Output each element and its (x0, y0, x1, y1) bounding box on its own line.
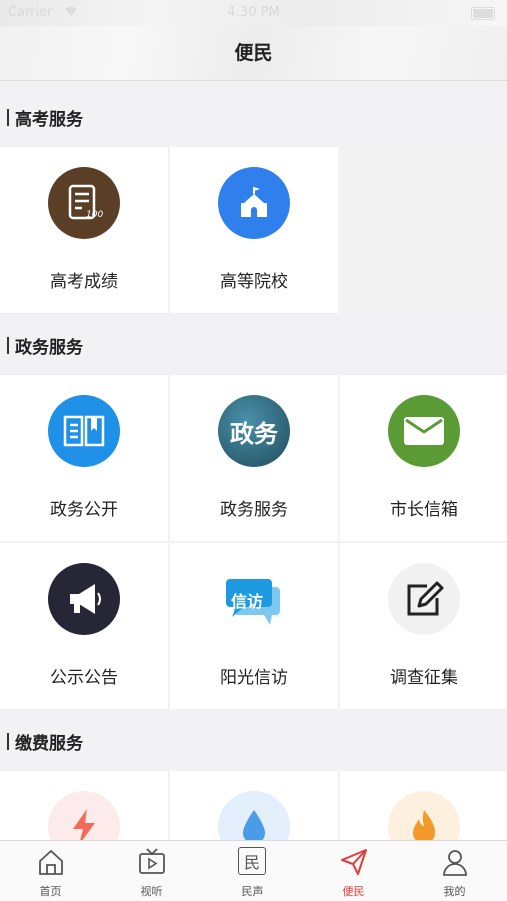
status-bar: Carrier 4:30 PM (0, 0, 507, 26)
grid-item-label: 阳光信访 (220, 668, 288, 688)
tab-voice[interactable]: 民 民声 (202, 841, 303, 901)
grid-item-label: 高等院校 (220, 272, 288, 292)
tab-label: 视听 (140, 885, 163, 898)
grid-item-label: 高考成绩 (50, 272, 118, 292)
tab-label: 首页 (39, 885, 62, 898)
battery-icon (471, 7, 495, 20)
tv-icon (137, 847, 167, 877)
grid-payment (0, 771, 507, 841)
svg-text:100: 100 (86, 210, 103, 220)
tab-label: 便民 (342, 885, 365, 898)
grid-item-water[interactable] (170, 771, 338, 841)
electricity-icon (48, 791, 120, 841)
section-marker (7, 109, 9, 126)
section-title: 政务服务 (15, 338, 83, 358)
tab-home[interactable]: 首页 (0, 841, 101, 901)
page-title: 便民 (234, 42, 273, 64)
grid-item-label: 市长信箱 (390, 500, 458, 520)
gov-service-icon-text: 政务 (230, 419, 278, 448)
section-marker (7, 337, 9, 354)
mail-icon (388, 395, 460, 467)
grid-item-gov-open[interactable]: 政务公开 (0, 375, 168, 541)
grid-item-gas[interactable] (340, 771, 507, 841)
section-title: 缴费服务 (15, 734, 83, 754)
gov-service-icon: 政务 (218, 395, 290, 467)
voice-icon-text: 民 (243, 853, 260, 872)
edit-survey-icon (388, 563, 460, 635)
status-time: 4:30 PM (227, 5, 280, 20)
petition-chat-icon: 信访 (218, 563, 290, 635)
megaphone-icon (48, 563, 120, 635)
voice-icon: 民 (238, 847, 266, 875)
section-header-gaokao: 高考服务 (0, 87, 507, 147)
grid-item-mayor-mailbox[interactable]: 市长信箱 (340, 375, 507, 541)
grid-item-gov-service[interactable]: 政务 政务服务 (170, 375, 338, 541)
gas-flame-icon (388, 791, 460, 841)
grid-item-university[interactable]: 高等院校 (170, 147, 338, 313)
grid-item-label: 政务服务 (220, 500, 288, 520)
tab-media[interactable]: 视听 (101, 841, 202, 901)
grid-gaokao: 100 高考成绩 高等院校 (0, 147, 507, 313)
grid-item-exam-score[interactable]: 100 高考成绩 (0, 147, 168, 313)
grid-item-label: 公示公告 (50, 668, 118, 688)
water-drop-icon (218, 791, 290, 841)
grid-government: 政务公开 政务 政务服务 市长信箱 公示公告 信访 阳光信访 调查征集 (0, 375, 507, 709)
grid-item-petition[interactable]: 信访 阳光信访 (170, 543, 338, 709)
open-book-icon (48, 395, 120, 467)
grid-item-label: 调查征集 (390, 668, 458, 688)
nav-bar: 便民 (0, 26, 507, 81)
section-marker (7, 733, 9, 750)
section-title: 高考服务 (15, 110, 83, 130)
grid-item-label: 政务公开 (50, 500, 118, 520)
grid-item-survey[interactable]: 调查征集 (340, 543, 507, 709)
section-header-government: 政务服务 (0, 315, 507, 375)
university-icon (218, 167, 290, 239)
home-icon (36, 847, 66, 877)
send-icon (339, 847, 369, 877)
section-header-payment: 缴费服务 (0, 711, 507, 771)
tab-bar: 首页 视听 民 民声 便民 我的 (0, 840, 507, 901)
tab-mine[interactable]: 我的 (404, 841, 505, 901)
grid-item-electricity[interactable] (0, 771, 168, 841)
tab-convenience[interactable]: 便民 (303, 841, 404, 901)
petition-icon-text: 信访 (231, 592, 264, 611)
grid-item-announcement[interactable]: 公示公告 (0, 543, 168, 709)
exam-score-icon: 100 (48, 167, 120, 239)
user-icon (440, 847, 470, 877)
tab-label: 民声 (241, 885, 264, 898)
tab-label: 我的 (443, 885, 466, 898)
